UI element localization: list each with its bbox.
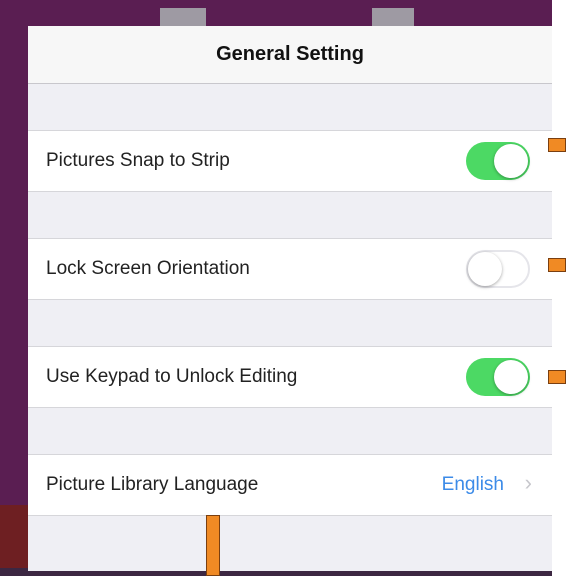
background-edge [552,0,566,576]
callout-marker-toggle-3 [548,370,566,384]
setting-label: Lock Screen Orientation [46,258,250,279]
setting-label: Pictures Snap to Strip [46,150,230,171]
setting-row-lock-orientation: Lock Screen Orientation [28,238,552,300]
settings-panel: General Setting Pictures Snap to Strip L… [28,26,552,571]
setting-row-keypad-unlock: Use Keypad to Unlock Editing [28,346,552,408]
page-title: General Setting [216,43,364,65]
toggle-knob [494,360,528,394]
lock-orientation-toggle[interactable] [466,250,530,288]
callout-marker-language [206,515,220,576]
background-stub-right [372,8,414,26]
navigation-bar: General Setting [28,26,552,84]
background-stub-left [160,8,206,26]
background-block [0,505,28,576]
setting-row-snap-to-strip: Pictures Snap to Strip [28,130,552,192]
language-value[interactable]: English [442,474,504,496]
keypad-unlock-toggle[interactable] [466,358,530,396]
setting-label: Picture Library Language [46,474,259,495]
setting-row-library-language[interactable]: Picture Library Language English › [28,454,552,516]
setting-label: Use Keypad to Unlock Editing [46,366,298,387]
chevron-right-icon: › [524,470,532,495]
callout-marker-toggle-2 [548,258,566,272]
toggle-knob [494,144,528,178]
toggle-knob [468,252,502,286]
callout-marker-toggle-1 [548,138,566,152]
snap-to-strip-toggle[interactable] [466,142,530,180]
